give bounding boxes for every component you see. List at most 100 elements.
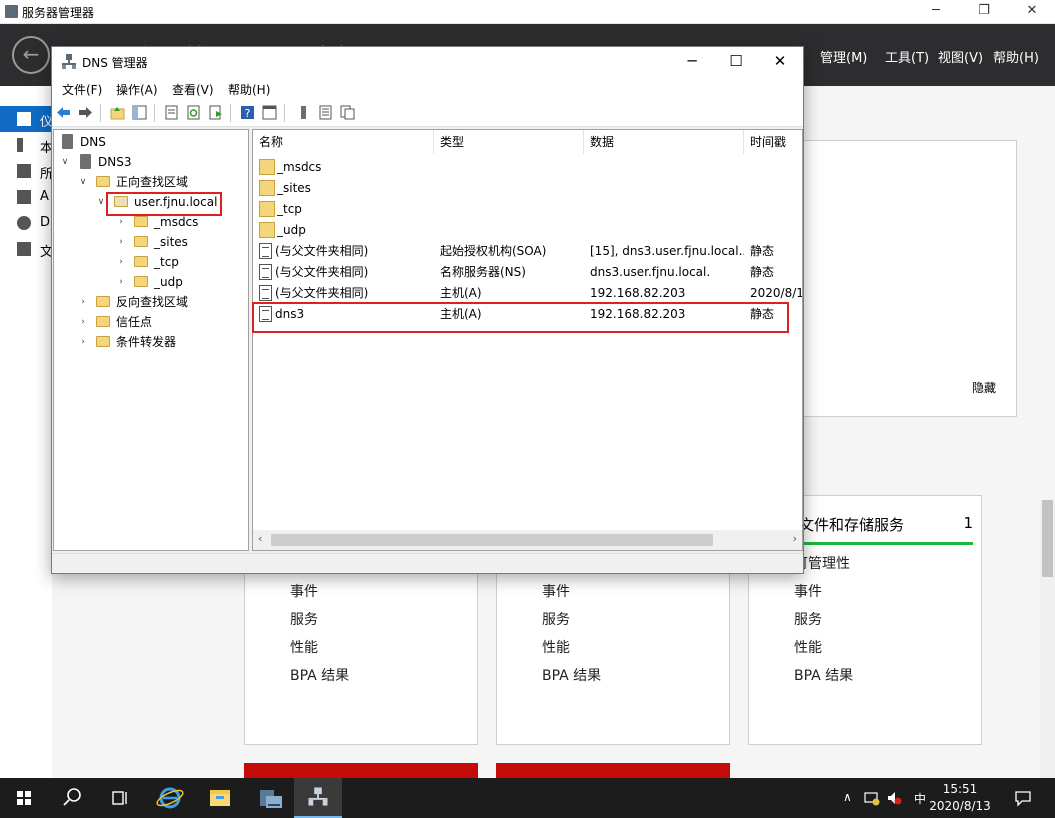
- chevron-right-icon[interactable]: ›: [78, 312, 88, 332]
- tile-row-bpa[interactable]: BPA 结果: [542, 665, 601, 685]
- sidebar-item-file-services[interactable]: 文: [0, 236, 53, 262]
- menu-view[interactable]: 视图(V): [938, 47, 983, 66]
- menu-action[interactable]: 操作(A): [116, 81, 158, 98]
- up-folder-icon[interactable]: [110, 105, 125, 120]
- welcome-panel: 隐藏: [800, 140, 1017, 417]
- chevron-right-icon[interactable]: ›: [78, 292, 88, 312]
- all-servers-icon: [17, 164, 31, 178]
- back-icon[interactable]: [56, 105, 71, 120]
- network-warning-icon[interactable]: [864, 790, 880, 806]
- toolbar-separator: [154, 104, 155, 122]
- sidebar-item-local-server[interactable]: 本: [0, 132, 53, 158]
- server-manager-taskbar-icon[interactable]: [246, 778, 294, 818]
- alert-tile-1[interactable]: [244, 763, 478, 778]
- menu-file[interactable]: 文件(F): [62, 81, 102, 98]
- tile-row-services[interactable]: 服务: [794, 609, 822, 629]
- internet-explorer-icon[interactable]: [146, 778, 194, 818]
- forward-icon[interactable]: [78, 105, 93, 120]
- scroll-right-icon[interactable]: ›: [793, 532, 797, 545]
- menu-help[interactable]: 帮助(H): [228, 81, 270, 98]
- tile-row-bpa[interactable]: BPA 结果: [290, 665, 349, 685]
- minimize-icon[interactable]: ─: [669, 47, 715, 77]
- tile-row-performance[interactable]: 性能: [794, 637, 822, 657]
- toolbar-separator: [100, 104, 101, 122]
- tile-row-performance[interactable]: 性能: [290, 637, 318, 657]
- menu-manage[interactable]: 管理(M): [820, 47, 867, 66]
- close-icon[interactable]: ✕: [1009, 0, 1055, 24]
- refresh-icon[interactable]: [186, 105, 201, 120]
- list-item[interactable]: _sites: [253, 178, 802, 199]
- menu-tools[interactable]: 工具(T): [885, 47, 929, 66]
- tile-row-events[interactable]: 事件: [290, 581, 318, 601]
- list-item[interactable]: _udp: [253, 220, 802, 241]
- close-icon[interactable]: ✕: [757, 47, 803, 77]
- chevron-right-icon[interactable]: ›: [78, 332, 88, 352]
- horizontal-scrollbar[interactable]: ‹ ›: [253, 530, 802, 550]
- tile-row-events[interactable]: 事件: [542, 581, 570, 601]
- chevron-right-icon[interactable]: ›: [116, 272, 126, 292]
- menu-view[interactable]: 查看(V): [172, 81, 214, 98]
- dashboard-icon: [17, 112, 31, 126]
- list-item[interactable]: _msdcs: [253, 157, 802, 178]
- list-item[interactable]: _tcp: [253, 199, 802, 220]
- dns-manager-taskbar-button[interactable]: [294, 778, 342, 818]
- chevron-down-icon[interactable]: ∨: [96, 192, 106, 212]
- sidebar-item-ad[interactable]: A: [0, 184, 52, 210]
- back-arrow-icon[interactable]: ←: [12, 36, 50, 74]
- dns-toolbar: ?: [52, 99, 803, 127]
- windows-start-icon[interactable]: [0, 778, 48, 818]
- task-view-icon[interactable]: [96, 778, 144, 818]
- minimize-icon[interactable]: ─: [913, 0, 959, 24]
- search-icon[interactable]: [48, 778, 96, 818]
- copy-records-icon[interactable]: [340, 105, 355, 120]
- chevron-down-icon[interactable]: ∨: [78, 172, 88, 192]
- maximize-icon[interactable]: ☐: [713, 47, 759, 77]
- system-clock[interactable]: 15:51 2020/8/13: [925, 781, 995, 815]
- chevron-right-icon[interactable]: ›: [116, 232, 126, 252]
- table-row[interactable]: (与父文件夹相同) 主机(A) 192.168.82.203 2020/8/1: [253, 283, 802, 304]
- alert-tile-2[interactable]: [496, 763, 730, 778]
- record-list-icon[interactable]: [318, 105, 333, 120]
- folder-icon: [134, 276, 148, 287]
- file-explorer-icon[interactable]: [196, 778, 244, 818]
- server-icon[interactable]: [296, 105, 311, 120]
- dns-server-icon: [308, 787, 328, 806]
- status-bar: [52, 553, 803, 573]
- chevron-down-icon[interactable]: ∨: [60, 152, 70, 172]
- ad-icon: [17, 190, 31, 204]
- tile-row-services[interactable]: 服务: [542, 609, 570, 629]
- show-pane-icon[interactable]: [262, 105, 277, 120]
- chevron-right-icon[interactable]: ›: [116, 252, 126, 272]
- scroll-left-icon[interactable]: ‹: [258, 532, 262, 545]
- properties-icon[interactable]: [164, 105, 179, 120]
- tile-row-events[interactable]: 事件: [794, 581, 822, 601]
- column-header-name[interactable]: 名称: [253, 130, 434, 154]
- sidebar-item-dns[interactable]: D: [0, 210, 52, 236]
- tile-row-bpa[interactable]: BPA 结果: [794, 665, 853, 685]
- tile-row-services[interactable]: 服务: [290, 609, 318, 629]
- export-list-icon[interactable]: [208, 105, 223, 120]
- server-icon: [80, 154, 91, 169]
- table-row[interactable]: (与父文件夹相同) 起始授权机构(SOA) [15], dns3.user.fj…: [253, 241, 802, 262]
- help-icon[interactable]: ?: [240, 105, 255, 120]
- tile-row-performance[interactable]: 性能: [542, 637, 570, 657]
- sidebar-item-all-servers[interactable]: 所: [0, 158, 53, 184]
- records-list[interactable]: 名称 类型 数据 时间戳 _msdcs _sites _tcp _udp (与父…: [252, 129, 803, 551]
- column-header-data[interactable]: 数据: [584, 130, 744, 154]
- show-hide-tree-icon[interactable]: [132, 105, 147, 120]
- chevron-up-icon[interactable]: ∧: [843, 790, 852, 804]
- hide-link[interactable]: 隐藏: [972, 379, 996, 396]
- menu-help[interactable]: 帮助(H): [993, 47, 1039, 66]
- table-row[interactable]: (与父文件夹相同) 名称服务器(NS) dns3.user.fjnu.local…: [253, 262, 802, 283]
- notification-icon[interactable]: [1014, 789, 1032, 807]
- folder-icon: [96, 316, 110, 327]
- sidebar-item-dashboard[interactable]: 仪: [0, 106, 53, 132]
- server-manager-sidebar: 仪 本 所 A D 文: [0, 86, 53, 778]
- scrollbar-thumb[interactable]: [1042, 500, 1053, 577]
- column-header-timestamp[interactable]: 时间戳: [744, 130, 804, 154]
- volume-muted-icon[interactable]: [886, 790, 902, 806]
- restore-icon[interactable]: ❐: [961, 0, 1007, 24]
- column-header-type[interactable]: 类型: [434, 130, 584, 154]
- scrollbar-thumb[interactable]: [271, 534, 713, 546]
- dns-server-icon: [62, 54, 76, 69]
